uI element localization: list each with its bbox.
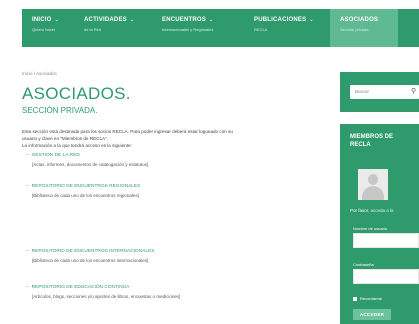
nav-item-inicio[interactable]: INICIO ⌄ Quiero hacer	[22, 9, 74, 47]
username-label: Nombre de usuario	[353, 226, 388, 231]
section-link-gestion[interactable]: – GESTIÓN DE LA RED	[26, 153, 80, 158]
section-desc: [Artículos, blogs, secciones y/o aportes…	[32, 294, 181, 299]
nav-label: ASOCIADOS	[340, 17, 379, 23]
nav-sublabel: de la Red	[84, 27, 102, 32]
chevron-down-icon: ⌄	[309, 17, 314, 23]
intro-line: Esta sección está destinada para los soc…	[22, 129, 233, 134]
section-link-regionales[interactable]: – REPOSITORIO DE ENCUENTROS REGIONALES	[26, 184, 140, 189]
section-link-internacionales[interactable]: – REPOSITORIO DE ENCUENTROS INTERNACIONAL…	[26, 249, 154, 254]
top-strip	[0, 0, 419, 8]
intro-line: La información a la que tendrá acceso es…	[22, 143, 132, 149]
dash-icon: –	[26, 249, 29, 254]
remember-me[interactable]: Recordarme	[353, 296, 382, 301]
section-desc: [Biblioteca de cada uno de los encuentro…	[32, 258, 149, 263]
page-title: ASOCIADOS.	[22, 84, 131, 103]
chevron-down-icon: ⌄	[209, 17, 214, 23]
dash-icon: –	[26, 285, 29, 290]
login-widget: MIEMBROS DE RECLA Por favor, acceda a la	[340, 124, 419, 324]
search-widget: Buscar ⚲	[340, 72, 419, 112]
chevron-down-icon: ⌄	[54, 17, 59, 23]
dash-icon: –	[26, 153, 29, 158]
login-button[interactable]: ACCEDER	[353, 309, 391, 320]
avatar-placeholder-icon	[358, 169, 388, 200]
checkbox[interactable]	[353, 296, 357, 301]
intro-line: usuario y clave en "Miembros de RECLA".	[22, 136, 108, 142]
password-field[interactable]	[353, 269, 419, 284]
search-input[interactable]: Buscar ⚲	[350, 85, 419, 99]
nav-label: INICIO	[32, 17, 52, 23]
nav-sublabel: Internacionales y Regionales	[162, 27, 214, 32]
nav-item-asociados[interactable]: ASOCIADOS Sección privada	[330, 9, 398, 47]
username-field[interactable]	[353, 233, 419, 248]
nav-sublabel: RECLA	[254, 27, 268, 32]
nav-item-encuentros[interactable]: ENCUENTROS ⌄ Internacionales y Regionales	[152, 9, 244, 47]
password-label: Contraseña	[353, 262, 374, 267]
nav-sublabel: Sección privada	[340, 27, 369, 32]
main-nav: INICIO ⌄ Quiero hacer ACTIVIDADES ⌄ de la …	[22, 9, 419, 47]
nav-item-publicaciones[interactable]: PUBLICACIONES ⌄ RECLA	[244, 9, 330, 47]
section-desc: [Biblioteca de cada uno de los encuentro…	[32, 193, 139, 198]
login-note: Por favor, acceda a la	[350, 208, 394, 213]
nav-item-actividades[interactable]: ACTIVIDADES ⌄ de la Red	[74, 9, 152, 47]
search-placeholder: Buscar	[355, 89, 370, 94]
chevron-down-icon: ⌄	[129, 17, 135, 23]
intro-text: Esta sección está destinada para los soc…	[22, 128, 322, 150]
nav-label: ACTIVIDADES	[84, 17, 127, 23]
nav-sublabel: Quiero hacer	[32, 27, 56, 32]
page-subtitle: SECCIÓN PRIVADA.	[22, 106, 98, 115]
section-desc: [Actas, informes, documentos de cataloga…	[32, 162, 149, 167]
nav-label: PUBLICACIONES	[254, 17, 307, 23]
magnifier-icon[interactable]: ⚲	[411, 87, 416, 95]
dash-icon: –	[26, 184, 29, 189]
login-title: MIEMBROS DE RECLA	[350, 134, 394, 148]
section-link-educacion[interactable]: – REPOSITORIO DE EDUCACIÓN CONTINUA	[26, 285, 129, 290]
breadcrumb: Inicio / Asociados	[22, 71, 57, 76]
nav-label: ENCUENTROS	[162, 17, 207, 23]
